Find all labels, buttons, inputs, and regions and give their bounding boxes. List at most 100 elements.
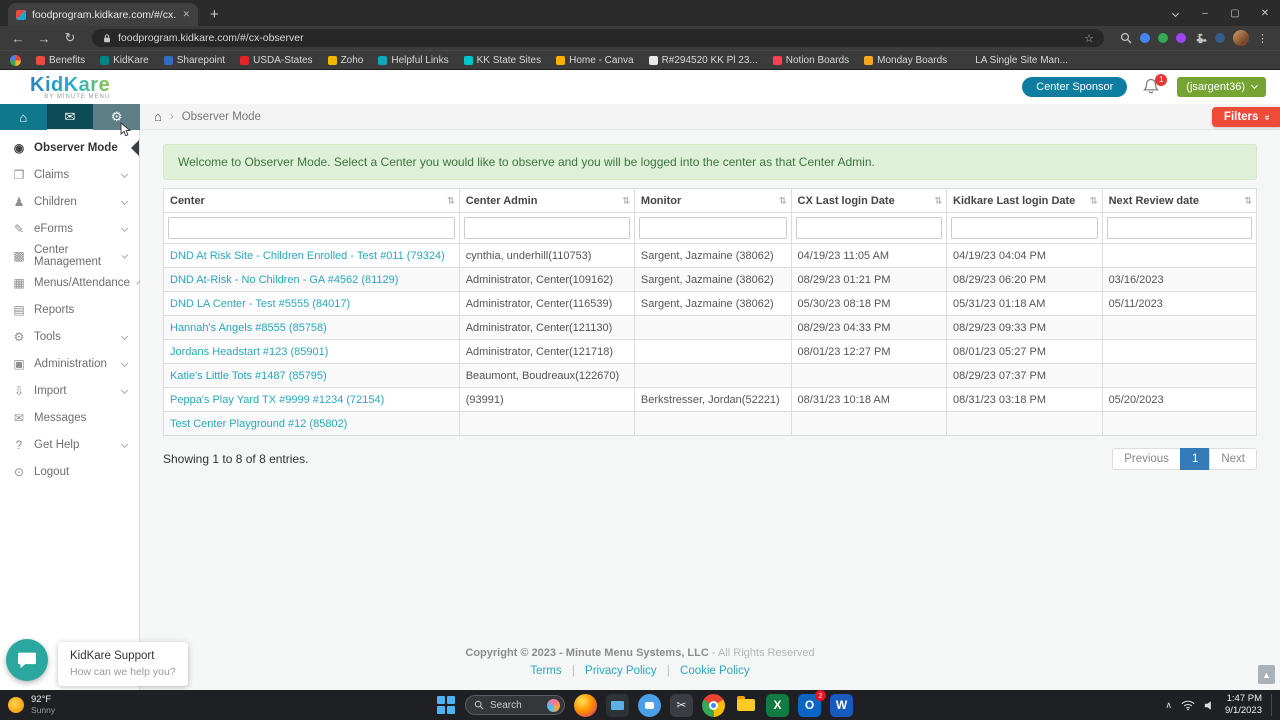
center-sponsor-button[interactable]: Center Sponsor [1022, 77, 1128, 97]
sidebar-item-logout[interactable]: ⊙ Logout [0, 458, 139, 485]
pagination-page-1[interactable]: 1 [1179, 448, 1211, 470]
cookie-policy-link[interactable]: Cookie Policy [680, 665, 750, 677]
sidebar-item-claims[interactable]: ❐ Claims [0, 161, 139, 188]
bookmark-item[interactable]: R#294520 KK Pl 23... [648, 55, 758, 66]
center-link[interactable]: Test Center Playground #12 (85802) [163, 411, 460, 436]
browser-menu-icon[interactable]: ⋮ [1257, 32, 1268, 45]
center-link[interactable]: DND At Risk Site - Children Enrolled - T… [163, 243, 460, 268]
bookmark-item[interactable]: KidKare [100, 55, 149, 66]
pagination-next[interactable]: Next [1209, 448, 1257, 470]
word-icon[interactable]: W [830, 693, 853, 717]
refresh-icon[interactable]: ↻ [58, 30, 82, 46]
center-link[interactable]: DND LA Center - Test #5555 (84017) [163, 291, 460, 316]
teams-chat-icon[interactable] [638, 693, 661, 717]
extension-icon[interactable] [1158, 33, 1168, 43]
sidebar-item-administration[interactable]: ▣ Administration [0, 350, 139, 377]
this-pc-icon[interactable] [606, 693, 629, 717]
window-close-icon[interactable]: ✕ [1250, 8, 1280, 19]
bookmark-item[interactable]: Zoho [327, 55, 363, 66]
bookmark-item[interactable]: KK State Sites [463, 55, 541, 66]
sidebar-collapse-handle[interactable] [131, 140, 139, 156]
mail-nav-icon[interactable]: ✉ [47, 104, 94, 130]
sidebar-item-reports[interactable]: ▤ Reports [0, 296, 139, 323]
center-link[interactable]: Peppa's Play Yard TX #9999 #1234 (72154) [163, 387, 460, 412]
filter-input-monitor[interactable] [638, 217, 787, 239]
user-menu-button[interactable]: (jsargent36) [1177, 77, 1266, 97]
extensions-puzzle-icon[interactable] [1194, 32, 1207, 45]
filter-input-kidkare-last-login[interactable] [951, 217, 1098, 239]
sort-icon[interactable]: ⇅ [447, 195, 455, 206]
window-maximize-icon[interactable]: ▢ [1220, 8, 1250, 19]
filter-input-cx-last-login[interactable] [795, 217, 943, 239]
forward-icon[interactable]: → [32, 31, 56, 46]
settings-nav-icon[interactable]: ⚙ [93, 104, 141, 137]
profile-avatar[interactable] [1233, 30, 1249, 46]
center-link[interactable]: Katie's Little Tots #1487 (85795) [163, 363, 460, 388]
extension-icon[interactable] [1176, 33, 1186, 43]
terms-link[interactable]: Terms [530, 665, 561, 677]
excel-icon[interactable]: X [766, 693, 789, 717]
taskbar-search[interactable]: Search [465, 695, 565, 715]
sidebar-item-tools[interactable]: ⚙ Tools [0, 323, 139, 350]
address-bar[interactable]: foodprogram.kidkare.com/#/cx-observer ☆ [92, 29, 1104, 47]
show-desktop-button[interactable] [1271, 694, 1274, 716]
sidebar-item-eforms[interactable]: ✎ eForms [0, 215, 139, 242]
bookmark-item[interactable]: Notion Boards [772, 55, 849, 66]
home-nav-icon[interactable]: ⌂ [0, 104, 47, 130]
file-explorer-icon[interactable] [734, 694, 757, 717]
volume-icon[interactable] [1204, 700, 1216, 711]
sidebar-item-observer-mode[interactable]: ◉ Observer Mode [0, 134, 139, 161]
tray-expand-icon[interactable]: ∧ [1165, 700, 1172, 711]
sort-icon[interactable]: ⇅ [779, 195, 787, 206]
firefox-icon[interactable] [574, 693, 597, 717]
extension-icon[interactable] [1140, 33, 1150, 43]
pagination-previous[interactable]: Previous [1112, 448, 1181, 470]
split-screen-icon[interactable] [1215, 33, 1225, 43]
tab-search-icon[interactable] [1160, 8, 1190, 19]
snipping-tool-icon[interactable]: ✂ [670, 693, 693, 717]
start-button[interactable] [436, 695, 456, 715]
chrome-icon[interactable] [702, 693, 725, 717]
filters-button[interactable]: Filters» [1211, 107, 1280, 127]
bookmark-item[interactable]: LA Single Site Man... [962, 55, 1068, 66]
sidebar-item-center-management[interactable]: ▩ Center Management [0, 242, 139, 269]
bookmark-item[interactable]: Sharepoint [163, 55, 225, 66]
breadcrumb-home-icon[interactable]: ⌂ [154, 109, 162, 124]
kidkare-logo[interactable]: KidKare BY MINUTE MENU [30, 75, 110, 100]
taskbar-clock[interactable]: 1:47 PM 9/1/2023 [1225, 693, 1262, 718]
sidebar-item-get-help[interactable]: ? Get Help [0, 431, 139, 458]
sort-icon[interactable]: ⇅ [622, 195, 630, 206]
column-header-next-review[interactable]: Next Review date ⇅ [1101, 188, 1258, 213]
sidebar-item-children[interactable]: ♟ Children [0, 188, 139, 215]
center-link[interactable]: Hannah's Angels #8555 (85758) [163, 315, 460, 340]
scroll-to-top-button[interactable]: ▲ [1258, 665, 1275, 684]
column-header-center-admin[interactable]: Center Admin ⇅ [458, 188, 635, 213]
bookmark-item[interactable]: Monday Boards [864, 55, 947, 66]
filter-input-center-admin[interactable] [463, 217, 630, 239]
filter-input-next-review[interactable] [1106, 217, 1252, 239]
wifi-icon[interactable] [1181, 700, 1195, 711]
tab-close-icon[interactable]: ✕ [182, 9, 190, 20]
bookmark-star-icon[interactable]: ☆ [1084, 32, 1094, 45]
bookmark-item[interactable]: Benefits [36, 55, 85, 66]
column-header-monitor[interactable]: Monitor ⇅ [633, 188, 792, 213]
sort-icon[interactable]: ⇅ [1244, 195, 1252, 206]
window-minimize-icon[interactable]: – [1190, 8, 1220, 19]
browser-tab[interactable]: foodprogram.kidkare.com/#/cx... ✕ [8, 3, 198, 26]
sort-icon[interactable]: ⇅ [1090, 195, 1098, 206]
sidebar-item-import[interactable]: ⇩ Import [0, 377, 139, 404]
outlook-icon[interactable]: O2 [798, 689, 826, 717]
privacy-policy-link[interactable]: Privacy Policy [585, 665, 657, 677]
apps-icon[interactable] [10, 54, 21, 66]
back-icon[interactable]: ← [6, 31, 30, 46]
notifications-bell-icon[interactable]: 1 [1143, 74, 1168, 96]
search-tab-icon[interactable] [1120, 32, 1132, 44]
center-link[interactable]: DND At-Risk - No Children - GA #4562 (81… [163, 267, 460, 292]
sidebar-item-menus-attendance[interactable]: ▦ Menus/Attendance [0, 269, 141, 296]
column-header-kidkare-last-login[interactable]: Kidkare Last login Date ⇅ [946, 188, 1103, 213]
sort-icon[interactable]: ⇅ [935, 195, 943, 206]
chat-launcher-button[interactable] [6, 639, 48, 681]
column-header-cx-last-login[interactable]: CX Last login Date ⇅ [790, 188, 948, 213]
center-link[interactable]: Jordans Headstart #123 (85901) [163, 339, 460, 364]
bookmark-item[interactable]: Helpful Links [378, 55, 449, 66]
